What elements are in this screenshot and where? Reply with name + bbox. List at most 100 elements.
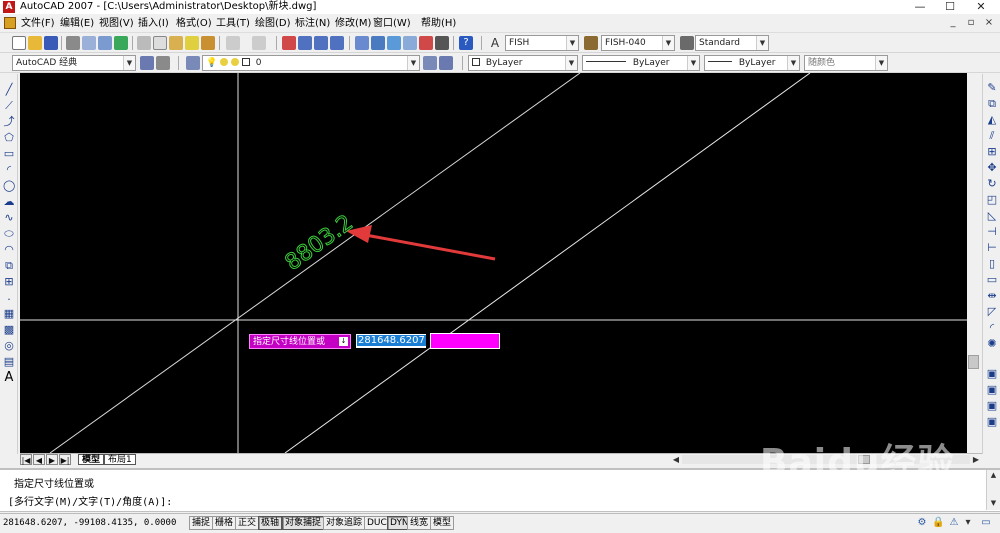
menu-insert[interactable]: 插入(I) (138, 17, 169, 30)
dim-style-icon[interactable] (584, 36, 598, 50)
plot-icon[interactable] (66, 36, 80, 50)
command-prompt-line[interactable]: [多行文字(M)/文字(T)/角度(A)]: (8, 496, 172, 509)
explode-icon[interactable]: ✺ (986, 338, 998, 350)
menu-window[interactable]: 窗口(W) (373, 17, 411, 30)
model-toggle[interactable]: 模型 (430, 516, 455, 530)
sheet-set-icon[interactable] (403, 36, 417, 50)
dimension-text[interactable]: 8803.2 (280, 210, 358, 276)
line-icon[interactable]: ╱ (3, 84, 15, 96)
drawing-canvas[interactable]: 8803.2 (20, 73, 967, 453)
osnap-toggle[interactable]: 对象捕捉 (282, 516, 325, 530)
menu-draw[interactable]: 绘图(D) (255, 17, 291, 30)
menu-view[interactable]: 视图(V) (99, 17, 134, 30)
layer-previous-icon[interactable] (439, 56, 453, 70)
scroll-left-icon[interactable]: ◀ (670, 454, 682, 465)
workspace-select[interactable]: AutoCAD 经典 ▼ (12, 55, 136, 71)
otrack-toggle[interactable]: 对象追踪 (323, 516, 366, 530)
down-arrow-key-icon[interactable]: ↓ (339, 337, 348, 346)
zoom-previous-icon[interactable] (330, 36, 344, 50)
region-icon[interactable]: ◎ (3, 340, 15, 352)
vertical-scrollbar[interactable] (967, 73, 981, 453)
erase-icon[interactable]: ✎ (986, 82, 998, 94)
block-editor-icon[interactable] (201, 36, 215, 50)
insert-block-icon[interactable]: ⧉ (3, 260, 15, 272)
copy-icon[interactable] (153, 36, 167, 50)
match-properties-icon[interactable] (185, 36, 199, 50)
vertical-scroll-thumb[interactable] (968, 355, 979, 369)
properties-icon[interactable] (355, 36, 369, 50)
spline-icon[interactable]: ∿ (3, 212, 15, 224)
publish-icon[interactable] (98, 36, 112, 50)
workspace-save-icon[interactable] (156, 56, 170, 70)
ellipse-icon[interactable]: ⬭ (3, 228, 15, 240)
menu-tools[interactable]: 工具(T) (216, 17, 250, 30)
make-current-layer-icon[interactable] (423, 56, 437, 70)
clean-screen-icon[interactable]: ▭ (980, 517, 992, 529)
help-icon[interactable]: ? (459, 36, 473, 50)
calculator-icon[interactable] (435, 36, 449, 50)
doc-minimize-button[interactable]: _ (946, 16, 960, 30)
menu-file[interactable]: 文件(F) (21, 17, 55, 30)
coordinate-readout[interactable]: 281648.6207, -99108.4135, 0.0000 (3, 517, 176, 529)
copy-object-icon[interactable]: ⧉ (986, 98, 998, 110)
linetype-select[interactable]: ByLayer ▼ (582, 55, 700, 71)
undo-icon[interactable] (226, 36, 240, 50)
scale-icon[interactable]: ◰ (986, 194, 998, 206)
menu-dimension[interactable]: 标注(N) (295, 17, 330, 30)
text-style-select[interactable]: FISH ▼ (505, 35, 579, 51)
warning-icon[interactable]: ⚠ (948, 517, 960, 529)
arc-icon[interactable]: ◜ (3, 164, 15, 176)
draworder-icon[interactable]: ▣ (986, 368, 998, 380)
dim-style-select[interactable]: FISH-040 ▼ (601, 35, 675, 51)
close-button[interactable]: ✕ (966, 0, 996, 14)
break-icon[interactable]: ▭ (986, 274, 998, 286)
text-style-icon[interactable]: A (488, 36, 502, 50)
workspace-settings-icon[interactable] (140, 56, 154, 70)
prev-tab-button[interactable]: ◀ (33, 454, 45, 465)
break-at-point-icon[interactable]: ▯ (986, 258, 998, 270)
multiline-text-icon[interactable]: A (3, 371, 15, 384)
construction-line-icon[interactable]: ⟋ (3, 100, 15, 112)
dynamic-input-field[interactable]: 281648.6207 (355, 333, 427, 349)
ortho-toggle[interactable]: 正交 (235, 516, 260, 530)
plotstyle-select[interactable]: 随颜色 ▼ (804, 55, 888, 71)
next-tab-button[interactable]: ▶ (46, 454, 58, 465)
table-style-icon[interactable] (680, 36, 694, 50)
lineweight-toggle[interactable]: 线宽 (407, 516, 432, 530)
menu-edit[interactable]: 编辑(E) (60, 17, 94, 30)
pan-icon[interactable] (282, 36, 296, 50)
first-tab-button[interactable]: |◀ (20, 454, 32, 465)
mirror-icon[interactable]: ◭ (986, 114, 998, 126)
tab-model[interactable]: 模型 (78, 454, 105, 465)
dynamic-input-field-2[interactable] (430, 333, 500, 349)
trim-icon[interactable]: ⊣ (986, 226, 998, 238)
ellipse-arc-icon[interactable]: ◠ (3, 244, 15, 256)
table-style-select[interactable]: Standard ▼ (695, 35, 769, 51)
maximize-button[interactable]: ☐ (935, 0, 965, 14)
open-icon[interactable] (28, 36, 42, 50)
table-icon[interactable]: ▤ (3, 356, 15, 368)
menu-format[interactable]: 格式(O) (176, 17, 212, 30)
redo-icon[interactable] (252, 36, 266, 50)
design-center-icon[interactable] (371, 36, 385, 50)
snap-toggle[interactable]: 捕捉 (189, 516, 214, 530)
layer-manager-icon[interactable] (186, 56, 200, 70)
status-menu-chevron-icon[interactable]: ▾ (962, 517, 974, 529)
hatch-icon[interactable]: ▦ (3, 308, 15, 320)
point-icon[interactable]: · (3, 294, 15, 306)
save-icon[interactable] (44, 36, 58, 50)
fillet-icon[interactable]: ◜ (986, 322, 998, 334)
zoom-window-icon[interactable] (314, 36, 328, 50)
draworder-back-icon[interactable]: ▣ (986, 400, 998, 412)
extend-icon[interactable]: ⊢ (986, 242, 998, 254)
tab-layout1[interactable]: 布局1 (104, 454, 136, 465)
stretch-icon[interactable]: ◺ (986, 210, 998, 222)
rectangle-icon[interactable]: ▭ (3, 148, 15, 160)
communication-center-icon[interactable]: ⚙ (916, 517, 928, 529)
make-block-icon[interactable]: ⊞ (3, 276, 15, 288)
layer-select[interactable]: 💡 0 ▼ (202, 55, 420, 71)
last-tab-button[interactable]: ▶| (59, 454, 71, 465)
plot-preview-icon[interactable] (82, 36, 96, 50)
chamfer-icon[interactable]: ◸ (986, 306, 998, 318)
minimize-button[interactable]: — (905, 0, 935, 14)
